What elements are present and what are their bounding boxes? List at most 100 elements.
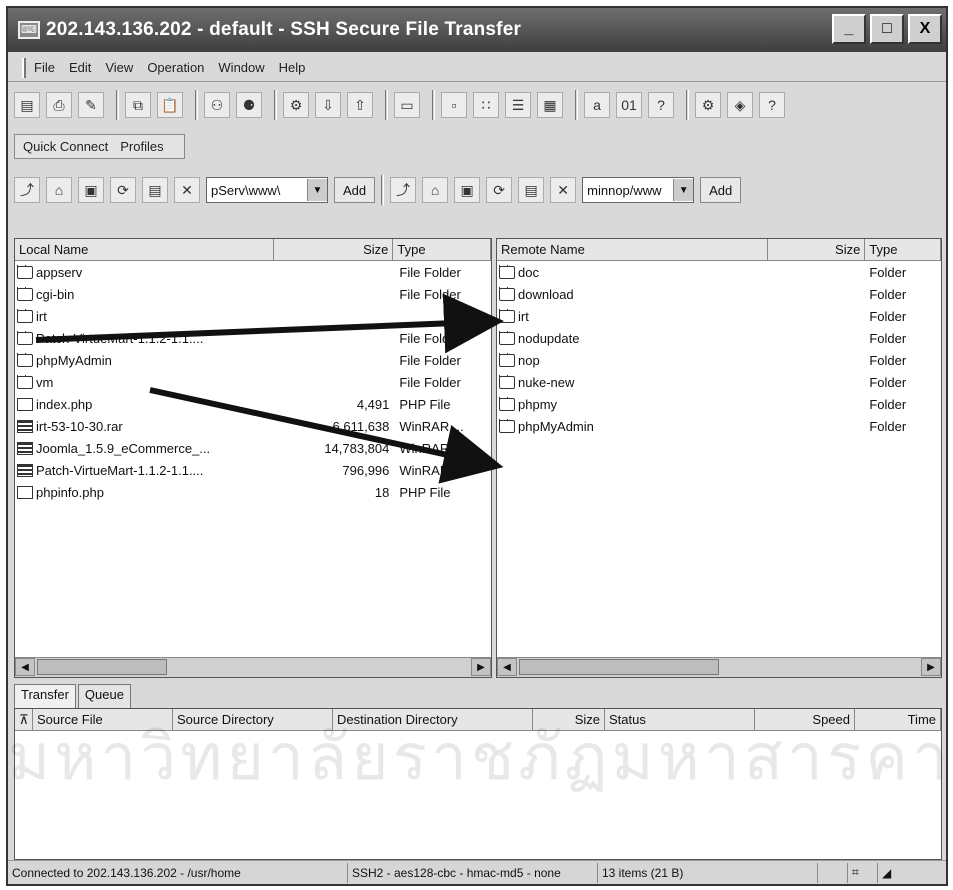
remote-file-row[interactable]: irt Folder [497,305,941,327]
settings-icon[interactable]: ⚙ [283,92,309,118]
close-button[interactable]: X [908,14,942,44]
local-file-row[interactable]: Patch-VirtueMart-1.1.2-1.1.... File Folde… [15,327,491,349]
remote-file-row[interactable]: nodupdate Folder [497,327,941,349]
local-file-size: 18 [374,484,390,500]
remote-up-folder-icon[interactable]: ⤴ [390,177,417,203]
local-path-field[interactable]: pServ\www\ ▼ [206,177,328,203]
remote-file-row[interactable]: nuke-new Folder [497,371,941,393]
edit-icon[interactable]: ✎ [78,92,104,118]
download-icon[interactable]: ⇩ [315,92,341,118]
local-file-row[interactable]: irt [15,305,491,327]
sort-icon[interactable]: ⊼ [15,709,33,730]
chevron-down-icon[interactable]: ▼ [673,179,694,201]
remote-file-pane[interactable]: Remote Name Size Type doc Folder download F… [496,238,942,678]
local-properties-icon[interactable]: ▤ [142,177,168,203]
menu-view[interactable]: View [105,60,133,75]
local-file-row[interactable]: cgi-bin File Folder [15,283,491,305]
local-file-row[interactable]: index.php 4,491 PHP File [15,393,491,415]
terminal-icon[interactable]: ▭ [394,92,420,118]
disconnect-icon[interactable]: ⚈ [236,92,262,118]
remote-name-column[interactable]: Remote Name [497,239,768,260]
local-size-column[interactable]: Size [274,239,394,260]
remote-file-row[interactable]: phpMyAdmin Folder [497,415,941,437]
save-icon[interactable]: ▤ [14,92,40,118]
queue-size-column[interactable]: Size [533,709,605,730]
scroll-left-icon[interactable]: ◀ [497,658,517,676]
queue-speed-column[interactable]: Speed [755,709,855,730]
print-icon[interactable]: ⎙ [46,92,72,118]
large-icons-icon[interactable]: ▫ [441,92,467,118]
queue-source-directory-column[interactable]: Source Directory [173,709,333,730]
list-view-icon[interactable]: ☰ [505,92,531,118]
menu-grip[interactable] [22,57,26,78]
queue-destination-directory-column[interactable]: Destination Directory [333,709,533,730]
maximize-button[interactable]: □ [870,14,904,44]
remote-file-row[interactable]: phpmy Folder [497,393,941,415]
copy-icon[interactable]: ⧉ [125,92,151,118]
local-new-folder-icon[interactable]: ▣ [78,177,104,203]
tab-transfer[interactable]: Transfer [14,684,76,708]
binary-mode-icon[interactable]: 01 [616,92,642,118]
remote-new-folder-icon[interactable]: ▣ [454,177,481,203]
tab-queue[interactable]: Queue [77,684,131,708]
local-up-folder-icon[interactable]: ⤴ [14,177,40,203]
remote-horizontal-scrollbar[interactable]: ◀ ▶ [497,657,941,677]
title-bar[interactable]: ⌨ 202.143.136.202 - default - SSH Secure… [8,8,946,52]
queue-time-column[interactable]: Time [855,709,941,730]
remote-properties-icon[interactable]: ▤ [518,177,545,203]
about-icon[interactable]: ◈ [727,92,753,118]
minimize-button[interactable]: _ [832,14,866,44]
scroll-thumb[interactable] [519,659,719,675]
menu-window[interactable]: Window [218,60,264,75]
menu-file[interactable]: File [34,60,55,75]
local-refresh-icon[interactable]: ⟳ [110,177,136,203]
ascii-mode-icon[interactable]: a [584,92,610,118]
remote-type-column[interactable]: Type [865,239,941,260]
remote-add-button[interactable]: Add [700,177,742,203]
paste-icon[interactable]: 📋 [157,92,183,118]
local-file-row[interactable]: phpinfo.php 18 PHP File [15,481,491,503]
local-file-row[interactable]: Joomla_1.5.9_eCommerce_... 14,783,804 WinR… [15,437,491,459]
menu-help[interactable]: Help [279,60,306,75]
remote-delete-icon[interactable]: ✕ [550,177,577,203]
local-file-row[interactable]: phpMyAdmin File Folder [15,349,491,371]
local-name-column[interactable]: Local Name [15,239,274,260]
details-view-icon[interactable]: ▦ [537,92,563,118]
context-help-icon[interactable]: ? [759,92,785,118]
scroll-right-icon[interactable]: ▶ [921,658,941,676]
remote-file-row[interactable]: nop Folder [497,349,941,371]
local-delete-icon[interactable]: ✕ [174,177,200,203]
local-horizontal-scrollbar[interactable]: ◀ ▶ [15,657,491,677]
auto-mode-icon[interactable]: ? [648,92,674,118]
remote-refresh-icon[interactable]: ⟳ [486,177,513,203]
profiles-button[interactable]: Profiles [120,139,163,154]
local-file-row[interactable]: appserv File Folder [15,261,491,283]
local-file-row[interactable]: vm File Folder [15,371,491,393]
remote-file-row[interactable]: doc Folder [497,261,941,283]
menu-operation[interactable]: Operation [147,60,204,75]
remote-file-row[interactable]: download Folder [497,283,941,305]
chevron-down-icon[interactable]: ▼ [307,179,327,201]
scroll-left-icon[interactable]: ◀ [15,658,35,676]
local-home-icon[interactable]: ⌂ [46,177,72,203]
transfer-queue-list[interactable]: ⊼ Source File Source Directory Destinati… [14,708,942,860]
queue-source-file-column[interactable]: Source File [33,709,173,730]
menu-edit[interactable]: Edit [69,60,91,75]
local-file-row[interactable]: irt-53-10-30.rar 6,611,638 WinRAR ... [15,415,491,437]
remote-size-column[interactable]: Size [768,239,866,260]
scroll-right-icon[interactable]: ▶ [471,658,491,676]
options-icon[interactable]: ⚙ [695,92,721,118]
local-file-row[interactable]: Patch-VirtueMart-1.1.2-1.1.... 796,996 Win… [15,459,491,481]
connect-icon[interactable]: ⚇ [204,92,230,118]
scroll-thumb[interactable] [37,659,167,675]
upload-icon[interactable]: ⇧ [347,92,373,118]
local-add-button[interactable]: Add [334,177,376,203]
resize-grip-icon[interactable]: ◢ [878,863,946,883]
remote-path-field[interactable]: minnop/www ▼ [582,177,695,203]
queue-status-column[interactable]: Status [605,709,755,730]
small-icons-icon[interactable]: ∷ [473,92,499,118]
quick-connect-button[interactable]: Quick Connect [23,139,108,154]
remote-home-icon[interactable]: ⌂ [422,177,449,203]
local-file-pane[interactable]: Local Name Size Type appserv File Folder c… [14,238,492,678]
local-type-column[interactable]: Type [393,239,491,260]
